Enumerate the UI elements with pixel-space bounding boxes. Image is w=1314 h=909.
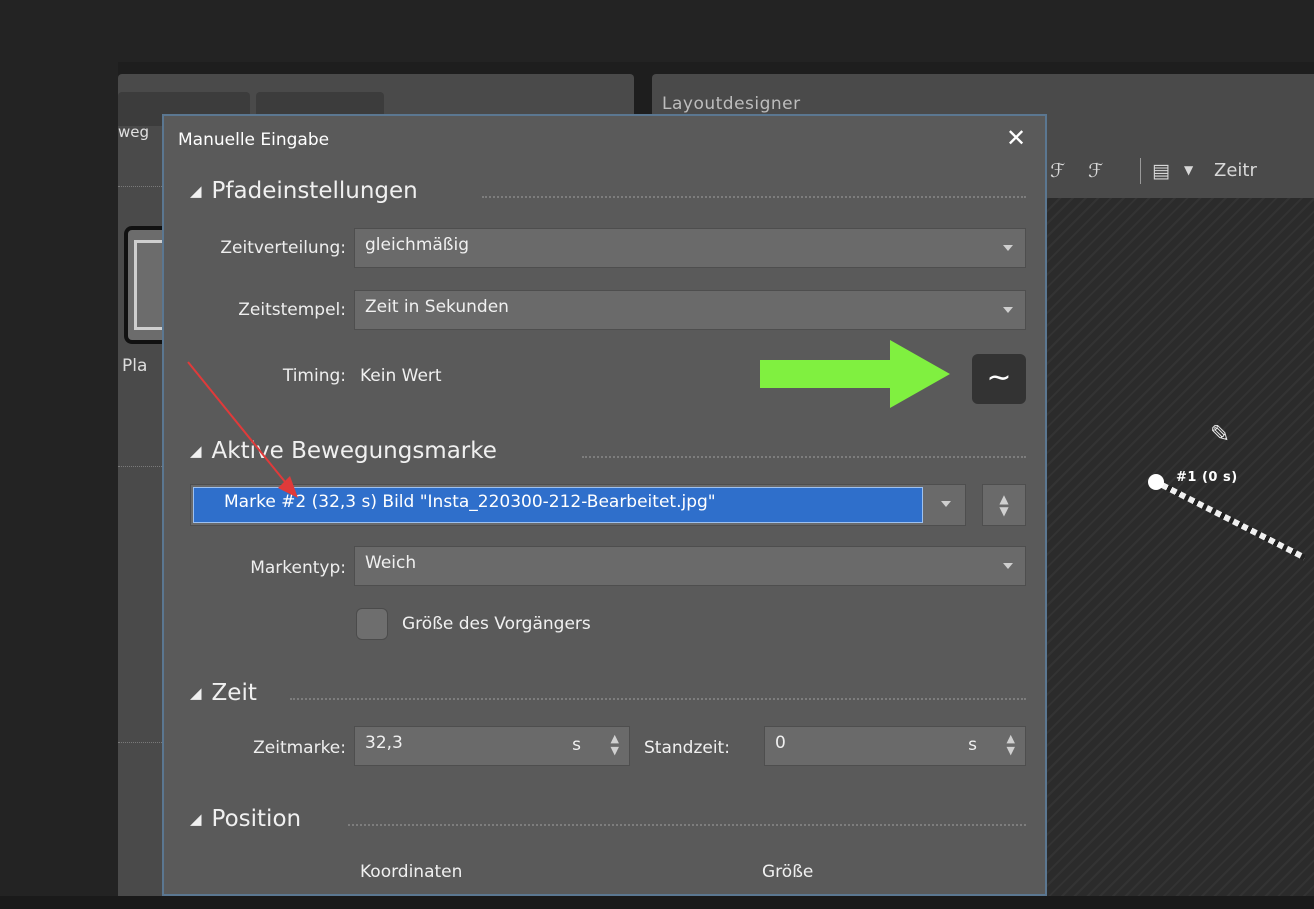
left-divider xyxy=(118,186,162,187)
red-arrow-annotation xyxy=(187,361,298,498)
timing-curve-button[interactable]: ∼ xyxy=(972,354,1026,404)
collapse-triangle-icon: ◢ xyxy=(190,182,202,200)
time-mark-unit: s xyxy=(572,735,581,755)
remove-path-point-icon[interactable]: ℱ xyxy=(1088,160,1103,182)
toolbar-partial-label[interactable]: Zeitr xyxy=(1214,160,1257,181)
time-distribution-label: Zeitverteilung: xyxy=(220,238,346,258)
predecessor-size-label: Größe des Vorgängers xyxy=(402,614,591,634)
app-header-bar xyxy=(0,0,1314,62)
standing-time-input[interactable]: 0 s ▲ ▼ xyxy=(764,726,1026,766)
chevron-down-icon[interactable]: ▼ xyxy=(1184,163,1193,177)
wave-icon: ∼ xyxy=(986,360,1012,395)
section-divider xyxy=(290,698,1026,700)
left-divider xyxy=(118,742,162,743)
time-mark-label: Zeitmarke: xyxy=(253,738,346,758)
section-header-time[interactable]: ◢ Zeit xyxy=(190,680,257,706)
layout-designer-title: Layoutdesigner xyxy=(662,94,801,114)
active-mark-dropdown[interactable]: Marke #2 (32,3 s) Bild "Insta_220300-212… xyxy=(190,484,966,526)
app-bottom-strip xyxy=(0,896,1314,909)
toolbar-separator xyxy=(1140,158,1141,184)
add-path-point-icon[interactable]: ℱ xyxy=(1050,160,1065,182)
app-left-strip xyxy=(0,0,118,909)
section-divider xyxy=(348,824,1026,826)
size-label: Größe xyxy=(762,862,814,882)
mark-type-label: Markentyp: xyxy=(250,558,346,578)
section-divider xyxy=(482,196,1026,198)
section-header-path-settings[interactable]: ◢ Pfadeinstellungen xyxy=(190,178,418,204)
motion-mark-label: #1 (0 s) xyxy=(1176,470,1238,485)
collapse-triangle-icon: ◢ xyxy=(190,810,202,828)
section-header-position[interactable]: ◢ Position xyxy=(190,806,301,832)
standing-time-spinner-icon[interactable]: ▲ ▼ xyxy=(1007,733,1015,757)
timing-value: Kein Wert xyxy=(360,366,442,386)
active-mark-stepper[interactable]: ▲ ▼ xyxy=(982,484,1026,526)
chevron-down-icon xyxy=(1003,563,1013,569)
time-mark-input[interactable]: 32,3 s ▲ ▼ xyxy=(354,726,630,766)
standing-time-label: Standzeit: xyxy=(644,738,730,758)
close-icon[interactable]: ✕ xyxy=(1006,124,1026,152)
section-divider xyxy=(582,456,1026,458)
left-item-partial-label: Pla xyxy=(122,356,148,376)
green-arrow-annotation xyxy=(760,340,950,408)
collapse-triangle-icon: ◢ xyxy=(190,684,202,702)
mark-type-dropdown[interactable]: Weich xyxy=(354,546,1026,586)
timestamp-dropdown[interactable]: Zeit in Sekunden xyxy=(354,290,1026,330)
chevron-down-icon xyxy=(941,501,951,507)
left-thumbnail-frame xyxy=(134,240,164,330)
dialog-title: Manuelle Eingabe xyxy=(178,130,330,150)
motion-mark-dot[interactable] xyxy=(1148,474,1164,490)
time-distribution-dropdown[interactable]: gleichmäßig xyxy=(354,228,1026,268)
chevron-down-icon xyxy=(1003,307,1013,313)
left-tab-partial-label: weg xyxy=(118,123,150,141)
left-divider xyxy=(118,466,162,467)
standing-time-unit: s xyxy=(968,735,977,755)
pen-icon: ✎ xyxy=(1210,420,1231,448)
align-icon[interactable]: ▤ xyxy=(1152,160,1170,182)
timestamp-label: Zeitstempel: xyxy=(238,300,346,320)
predecessor-size-checkbox[interactable] xyxy=(356,608,388,640)
coordinates-label: Koordinaten xyxy=(360,862,463,882)
layout-canvas[interactable] xyxy=(1046,198,1314,896)
chevron-down-icon xyxy=(1003,245,1013,251)
time-mark-spinner-icon[interactable]: ▲ ▼ xyxy=(611,733,619,757)
